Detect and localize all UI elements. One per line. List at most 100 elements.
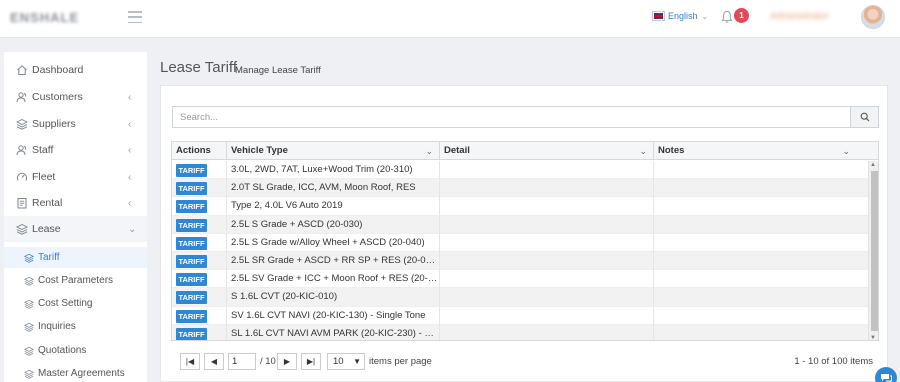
chevron-left-icon: ‹ [128,171,132,183]
sidebar-subitem-tariff[interactable]: Tariff [4,247,147,268]
tariff-button[interactable]: TARIFF [176,327,207,340]
grid-body: TARIFF 3.0L, 2WD, 7AT, Luxe+Wood Trim (2… [172,161,868,340]
notes-cell [654,325,868,340]
user-name[interactable]: Administrator [770,11,856,22]
sidebar-subitem-cost-setting[interactable]: Cost Setting [4,293,147,314]
sidebar-subitem-inquiries[interactable]: Inquiries [4,316,147,337]
sidebar: Dashboard Customers ‹ Suppliers ‹ Staff … [4,52,147,382]
chat-icon [881,374,892,382]
tariff-grid: Actions Vehicle Type ⌄ Detail ⌄ Notes ⌄ TAR… [171,141,879,341]
sidebar-item-rental[interactable]: Rental ‹ [4,190,147,216]
tariff-button[interactable]: TARIFF [176,309,207,323]
top-bar: ENSHALE English ⌄ 1 Administrator [0,0,900,38]
table-row: TARIFF SL 1.6L CVT NAVI AVM PARK (20-KIC… [172,324,868,340]
vehicle-type-cell: 2.5L SR Grade + ASCD + RR SP + RES (20-0… [227,252,440,270]
vehicle-type-cell: S 1.6L CVT (20-KIC-010) [227,288,440,307]
tariff-button[interactable]: TARIFF [176,255,207,268]
items-range: 1 - 10 of 100 items [794,356,873,367]
next-page-icon: ▶ [283,357,291,366]
column-header-notes[interactable]: Notes ⌄ [654,142,878,160]
notification-badge[interactable]: 1 [734,8,749,23]
page-number-input[interactable] [228,353,256,370]
first-page-button[interactable]: |◀ [180,353,200,370]
search-input[interactable] [172,106,850,128]
sidebar-item-lease[interactable]: Lease ⌄ [4,216,147,242]
column-header-label: Notes [658,145,685,156]
sidebar-subitem-master-agreements[interactable]: Master Agreements [4,363,147,382]
table-row: TARIFF SV 1.6L CVT NAVI (20-KIC-130) - S… [172,306,868,325]
page-title: Lease Tariff [160,59,237,76]
detail-cell [440,252,654,270]
sidebar-subitem-cost-parameters[interactable]: Cost Parameters [4,270,147,291]
app-logo[interactable]: ENSHALE [10,10,98,26]
chat-button[interactable] [875,367,897,382]
column-header-vehicle-type[interactable]: Vehicle Type ⌄ [227,142,440,160]
chevron-down-icon[interactable]: ⌄ [842,142,850,160]
actions-cell: TARIFF [172,215,227,234]
detail-cell [440,324,654,340]
sidebar-item-suppliers[interactable]: Suppliers ‹ [4,111,147,137]
layers-icon [16,223,28,235]
detail-cell [440,270,654,289]
avatar[interactable] [861,5,885,29]
tariff-button[interactable]: TARIFF [176,164,207,177]
tariff-button[interactable]: TARIFF [176,273,207,287]
total-pages: / 10 [260,356,276,367]
table-row: TARIFF 2.5L S Grade + ASCD (20-030) [172,215,868,234]
column-header-label: Vehicle Type [231,145,288,156]
sidebar-item-customers[interactable]: Customers ‹ [4,84,147,110]
next-page-button[interactable]: ▶ [277,353,297,370]
chevron-down-icon[interactable]: ⌄ [639,142,647,160]
table-row: TARIFF 2.5L SV Grade + ICC + Moon Roof +… [172,270,868,289]
chevron-down-icon: ⌄ [128,223,137,235]
sidebar-item-staff[interactable]: Staff ‹ [4,137,147,163]
vehicle-type-cell: 2.5L SV Grade + ICC + Moon Roof + RES (2… [227,270,440,289]
table-row: TARIFF Type 2, 4.0L V6 Auto 2019 [172,197,868,216]
notes-cell [654,197,868,215]
items-per-page-label: items per page [369,356,432,367]
uk-flag-icon [652,11,665,21]
chevron-down-icon: ▼ [353,357,361,366]
actions-cell: TARIFF [172,270,227,289]
tariff-button[interactable]: TARIFF [176,182,207,196]
page-size-value: 10 [333,356,344,367]
search-button[interactable] [850,106,879,128]
actions-cell: TARIFF [172,252,227,270]
column-header-actions[interactable]: Actions [172,142,227,160]
tariff-button[interactable]: TARIFF [176,218,207,232]
notes-cell [654,234,868,252]
language-selector[interactable]: English ⌄ [652,11,708,21]
prev-page-icon: ◀ [210,357,218,366]
pager: |◀ ◀ / 10 ▶ ▶| 10 ▼ items per page 1 - 10… [171,351,879,373]
users-icon [16,145,27,156]
vehicle-type-cell: 2.0T SL Grade, ICC, AVM, Moon Roof, RES [227,179,440,198]
sidebar-item-label: Rental [32,197,63,209]
page-size-select[interactable]: 10 ▼ [327,353,365,370]
gauge-icon [16,172,28,181]
prev-page-button[interactable]: ◀ [204,353,224,370]
chevron-down-icon[interactable]: ⌄ [425,142,433,160]
scroll-down-icon[interactable]: ▼ [870,335,876,340]
layers-icon [24,369,34,379]
last-page-button[interactable]: ▶| [301,353,321,370]
sidebar-item-label: Lease [32,223,61,235]
layers-icon [24,299,34,309]
tariff-button[interactable]: TARIFF [176,236,207,250]
scrollbar-thumb[interactable] [871,171,878,331]
column-header-detail[interactable]: Detail ⌄ [440,142,654,160]
sidebar-item-label: Fleet [32,171,56,183]
scroll-up-icon[interactable]: ▲ [870,162,876,168]
menu-toggle-icon[interactable] [128,11,142,23]
bell-icon[interactable] [721,10,733,24]
notes-cell [654,216,868,234]
detail-cell [440,288,654,307]
tariff-button[interactable]: TARIFF [176,200,207,214]
sidebar-subitem-quotations[interactable]: Quotations [4,340,147,361]
sidebar-item-dashboard[interactable]: Dashboard [4,57,147,83]
sidebar-subitem-label: Master Agreements [38,368,125,379]
grid-scrollbar[interactable]: ▲ ▼ [868,161,878,340]
sidebar-item-fleet[interactable]: Fleet ‹ [4,164,147,190]
detail-cell [440,197,654,216]
tariff-button[interactable]: TARIFF [176,291,207,305]
sidebar-subitem-label: Quotations [38,345,87,356]
